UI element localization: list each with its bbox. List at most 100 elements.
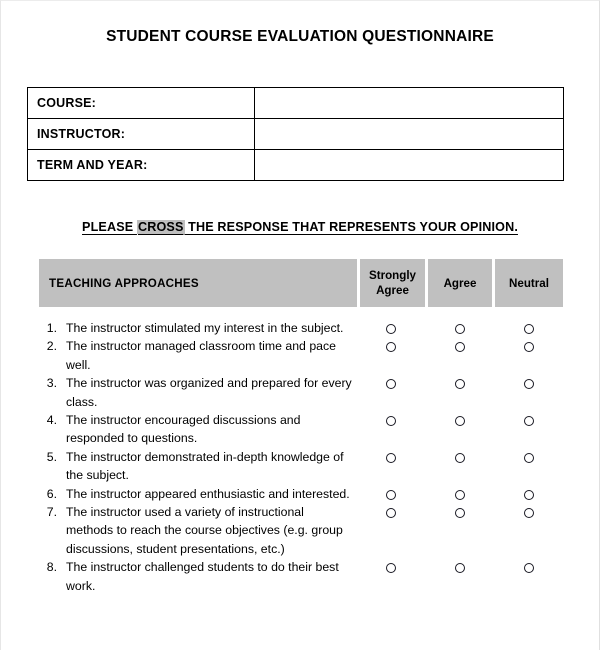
question-text-block: 1. The instructor stimulated my interest… bbox=[39, 319, 357, 337]
document-page: STUDENT COURSE EVALUATION QUESTIONNAIRE … bbox=[0, 0, 600, 650]
radio-circle-icon[interactable] bbox=[523, 379, 534, 390]
question-label: The instructor used a variety of instruc… bbox=[66, 505, 343, 556]
list-item: 7. The instructor used a variety of inst… bbox=[39, 503, 563, 558]
question-label: The instructor appeared enthusiastic and… bbox=[66, 486, 350, 501]
question-label: The instructor demonstrated in-depth kno… bbox=[66, 449, 344, 483]
course-info-body: COURSE: INSTRUCTOR: TERM AND YEAR: bbox=[27, 87, 564, 181]
instruction-highlight-cross: CROSS bbox=[136, 220, 185, 234]
radio-circle-icon[interactable] bbox=[454, 452, 465, 463]
option-neutral[interactable] bbox=[494, 563, 563, 574]
option-neutral[interactable] bbox=[494, 379, 563, 390]
option-agree[interactable] bbox=[425, 489, 494, 500]
list-item: 8. The instructor challenged students to… bbox=[39, 558, 563, 595]
radio-circle-icon[interactable] bbox=[386, 508, 396, 519]
radio-circle-icon[interactable] bbox=[386, 563, 396, 574]
radio-circle-icon[interactable] bbox=[386, 342, 396, 353]
instructor-field[interactable] bbox=[254, 118, 564, 150]
option-strongly-agree[interactable] bbox=[357, 379, 425, 390]
response-options bbox=[357, 503, 563, 519]
question-label: The instructor challenged students to do… bbox=[66, 560, 339, 593]
option-agree[interactable] bbox=[425, 452, 494, 463]
response-options bbox=[357, 558, 563, 574]
option-agree[interactable] bbox=[425, 342, 494, 353]
section-header-label: TEACHING APPROACHES bbox=[39, 259, 357, 307]
option-strongly-agree[interactable] bbox=[357, 416, 425, 427]
list-item: 3. The instructor was organized and prep… bbox=[39, 374, 563, 411]
question-text-block: 5. The instructor demonstrated in-depth … bbox=[39, 448, 357, 485]
option-neutral[interactable] bbox=[494, 489, 563, 500]
question-text-block: 7. The instructor used a variety of inst… bbox=[39, 503, 357, 558]
radio-circle-icon[interactable] bbox=[523, 489, 534, 500]
option-neutral[interactable] bbox=[494, 342, 563, 353]
table-row: COURSE: bbox=[27, 87, 564, 119]
question-number: 5. bbox=[46, 449, 57, 464]
response-options bbox=[357, 411, 563, 427]
radio-circle-icon[interactable] bbox=[454, 563, 465, 574]
column-header-neutral: Neutral bbox=[495, 259, 563, 307]
list-item: 5. The instructor demonstrated in-depth … bbox=[39, 448, 563, 485]
questions-list: 1. The instructor stimulated my interest… bbox=[39, 319, 563, 595]
radio-circle-icon[interactable] bbox=[386, 452, 396, 463]
question-text-block: 6. The instructor appeared enthusiastic … bbox=[39, 485, 357, 503]
radio-circle-icon[interactable] bbox=[454, 324, 465, 334]
list-item: 4. The instructor encouraged discussions… bbox=[39, 411, 563, 448]
question-label: The instructor was organized and prepare… bbox=[66, 376, 352, 409]
option-strongly-agree[interactable] bbox=[357, 342, 425, 353]
question-number: 7. bbox=[46, 505, 57, 520]
response-options bbox=[357, 374, 563, 390]
question-label: The instructor managed classroom time an… bbox=[66, 339, 336, 372]
option-neutral[interactable] bbox=[494, 508, 563, 519]
option-neutral[interactable] bbox=[494, 452, 563, 463]
response-options bbox=[357, 337, 563, 353]
term-and-year-field[interactable] bbox=[254, 149, 564, 181]
instruction-line: PLEASE CROSS THE RESPONSE THAT REPRESENT… bbox=[1, 220, 599, 234]
option-neutral[interactable] bbox=[494, 324, 563, 334]
question-number: 8. bbox=[46, 560, 57, 575]
option-strongly-agree[interactable] bbox=[357, 452, 425, 463]
option-strongly-agree[interactable] bbox=[357, 489, 425, 500]
course-info-table: COURSE: INSTRUCTOR: TERM AND YEAR: bbox=[27, 87, 564, 181]
option-strongly-agree[interactable] bbox=[357, 508, 425, 519]
option-strongly-agree[interactable] bbox=[357, 324, 425, 334]
column-header-strongly-agree: Strongly Agree bbox=[360, 259, 425, 307]
question-label: The instructor encouraged discussions an… bbox=[66, 413, 301, 446]
radio-circle-icon[interactable] bbox=[454, 342, 465, 353]
question-text-block: 8. The instructor challenged students to… bbox=[39, 558, 357, 595]
radio-circle-icon[interactable] bbox=[454, 489, 465, 500]
option-agree[interactable] bbox=[425, 324, 494, 334]
list-item: 2. The instructor managed classroom time… bbox=[39, 337, 563, 374]
list-item: 6. The instructor appeared enthusiastic … bbox=[39, 485, 563, 503]
column-header-agree: Agree bbox=[428, 259, 492, 307]
question-text-block: 4. The instructor encouraged discussions… bbox=[39, 411, 357, 448]
option-strongly-agree[interactable] bbox=[357, 563, 425, 574]
question-text-block: 3. The instructor was organized and prep… bbox=[39, 374, 357, 411]
table-row: INSTRUCTOR: bbox=[27, 118, 564, 150]
term-and-year-label: TERM AND YEAR: bbox=[27, 149, 255, 181]
question-text-block: 2. The instructor managed classroom time… bbox=[39, 337, 357, 374]
course-field[interactable] bbox=[254, 87, 564, 119]
radio-circle-icon[interactable] bbox=[523, 508, 534, 519]
radio-circle-icon[interactable] bbox=[386, 324, 396, 334]
radio-circle-icon[interactable] bbox=[386, 416, 396, 427]
option-agree[interactable] bbox=[425, 379, 494, 390]
radio-circle-icon[interactable] bbox=[454, 416, 465, 427]
option-agree[interactable] bbox=[425, 508, 494, 519]
option-agree[interactable] bbox=[425, 563, 494, 574]
section-header-band: TEACHING APPROACHES Strongly Agree Agree… bbox=[39, 259, 563, 307]
option-neutral[interactable] bbox=[494, 416, 563, 427]
radio-circle-icon[interactable] bbox=[523, 452, 534, 463]
page-title: STUDENT COURSE EVALUATION QUESTIONNAIRE bbox=[106, 28, 494, 45]
question-label: The instructor stimulated my interest in… bbox=[66, 321, 344, 335]
question-number: 4. bbox=[46, 413, 57, 428]
radio-circle-icon[interactable] bbox=[454, 379, 465, 390]
radio-circle-icon[interactable] bbox=[523, 416, 534, 427]
radio-circle-icon[interactable] bbox=[523, 342, 534, 353]
table-row: TERM AND YEAR: bbox=[27, 149, 564, 181]
radio-circle-icon[interactable] bbox=[523, 563, 534, 574]
radio-circle-icon[interactable] bbox=[523, 324, 534, 334]
radio-circle-icon[interactable] bbox=[386, 489, 396, 500]
radio-circle-icon[interactable] bbox=[454, 508, 465, 519]
question-number: 3. bbox=[46, 376, 57, 391]
radio-circle-icon[interactable] bbox=[386, 379, 396, 390]
option-agree[interactable] bbox=[425, 416, 494, 427]
